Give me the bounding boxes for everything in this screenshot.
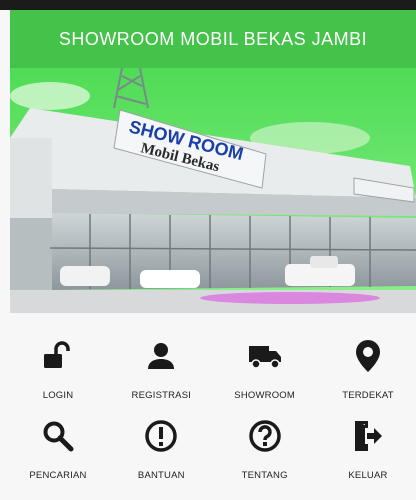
app-bar: SHOWROOM MOBIL BEKAS JAMBI (10, 10, 416, 68)
showroom-banner-image: SHOW ROOM Mobil Bekas (10, 68, 416, 313)
person-icon (141, 336, 181, 376)
menu-item-keluar[interactable]: KELUAR (320, 410, 416, 490)
help-circle-icon (245, 416, 285, 456)
menu-label-registrasi: REGISTRASI (131, 390, 192, 401)
menu-label-keluar: KELUAR (348, 470, 388, 481)
menu-label-terdekat: TERDEKAT (342, 390, 394, 401)
menu-item-bantuan[interactable]: BANTUAN (113, 410, 209, 490)
main-menu-grid: LOGIN REGISTRASI SHOWROOM TERDEKAT PENCA… (10, 330, 416, 490)
exit-icon (348, 416, 388, 456)
menu-item-pencarian[interactable]: PENCARIAN (10, 410, 106, 490)
menu-item-registrasi[interactable]: REGISTRASI (113, 330, 209, 410)
truck-icon (245, 336, 285, 376)
menu-label-tentang: TENTANG (241, 470, 288, 481)
alert-circle-icon (141, 416, 181, 456)
status-bar (0, 0, 416, 10)
menu-item-tentang[interactable]: TENTANG (217, 410, 313, 490)
lock-open-icon (38, 336, 78, 376)
menu-label-showroom: SHOWROOM (234, 390, 296, 401)
menu-label-login: LOGIN (42, 390, 74, 401)
app-title: SHOWROOM MOBIL BEKAS JAMBI (58, 28, 368, 49)
menu-label-bantuan: BANTUAN (137, 470, 185, 481)
menu-item-terdekat[interactable]: TERDEKAT (320, 330, 416, 410)
menu-row-1: LOGIN REGISTRASI SHOWROOM TERDEKAT (10, 330, 416, 410)
menu-item-showroom[interactable]: SHOWROOM (217, 330, 313, 410)
menu-item-login[interactable]: LOGIN (10, 330, 106, 410)
location-pin-icon (348, 336, 388, 376)
menu-row-2: PENCARIAN BANTUAN TENTANG KELUAR (10, 410, 416, 490)
search-icon (38, 416, 78, 456)
menu-label-pencarian: PENCARIAN (29, 470, 87, 481)
